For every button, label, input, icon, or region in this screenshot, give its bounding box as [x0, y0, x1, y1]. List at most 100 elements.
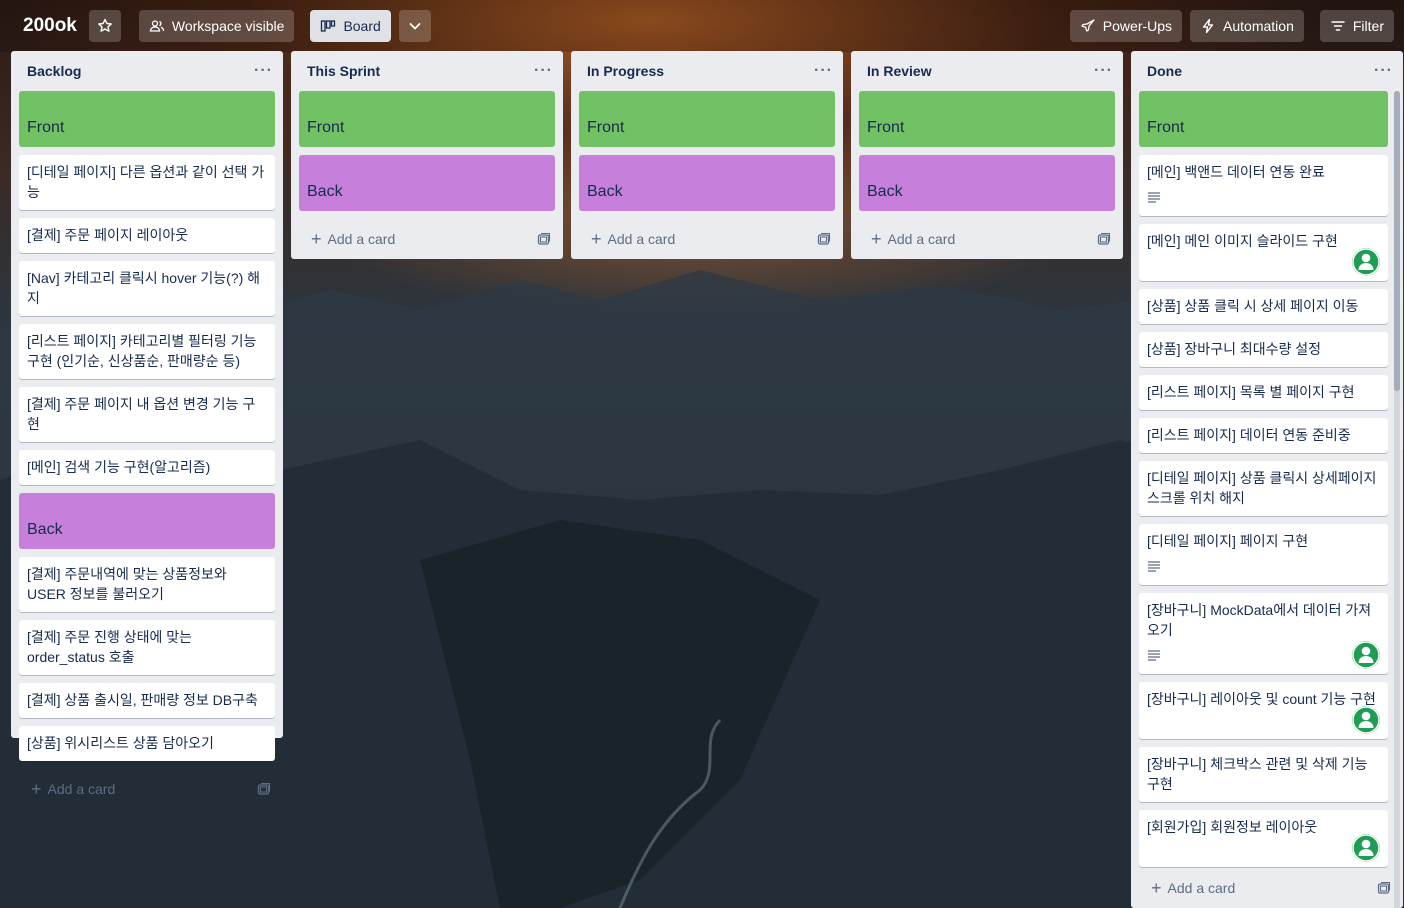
avatar[interactable]: [1352, 834, 1380, 862]
card[interactable]: [장바구니] 레이아웃 및 count 기능 구현: [1139, 682, 1388, 739]
card[interactable]: [메인] 백앤드 데이터 연동 완료: [1139, 155, 1388, 216]
user-icon: [1352, 248, 1380, 276]
add-card-button[interactable]: + Add a card: [591, 229, 675, 249]
list-scrollbar-thumb[interactable]: [1394, 91, 1400, 391]
template-icon[interactable]: [257, 782, 271, 796]
card[interactable]: [결제] 주문 페이지 내 옵션 변경 기능 구현: [19, 387, 275, 442]
card[interactable]: [회원가입] 회원정보 레이아웃: [1139, 810, 1388, 867]
avatar[interactable]: [1352, 248, 1380, 276]
automation-label: Automation: [1223, 18, 1294, 34]
label-card-back[interactable]: Back: [19, 493, 275, 549]
card-list: Front [메인] 백앤드 데이터 연동 완료 [메인] 메인 이미지 슬라이…: [1131, 91, 1403, 868]
label-card-front[interactable]: Front: [1139, 91, 1388, 147]
avatar[interactable]: [1352, 641, 1380, 669]
list-header: This Sprint ···: [291, 51, 563, 91]
template-icon[interactable]: [537, 232, 551, 246]
plus-icon: +: [311, 229, 322, 249]
card-list: Front [디테일 페이지] 다른 옵션과 같이 선택 가능 [결제] 주문 …: [11, 91, 283, 761]
card[interactable]: [메인] 메인 이미지 슬라이드 구현: [1139, 224, 1388, 281]
star-button[interactable]: [88, 10, 121, 42]
label-card-back[interactable]: Back: [859, 155, 1115, 211]
card[interactable]: [상품] 상품 클릭 시 상세 페이지 이동: [1139, 289, 1388, 324]
list-menu-button[interactable]: ···: [1374, 62, 1393, 80]
automation-button[interactable]: Automation: [1190, 10, 1304, 42]
list-done: Done ··· Front [메인] 백앤드 데이터 연동 완료 [메인] 메…: [1131, 51, 1403, 908]
card[interactable]: [리스트 페이지] 카테고리별 필터링 기능 구현 (인기순, 신상품순, 판매…: [19, 324, 275, 379]
label-card-back[interactable]: Back: [299, 155, 555, 211]
card[interactable]: [결제] 주문 페이지 레이아웃: [19, 218, 275, 253]
card[interactable]: [결제] 상품 출시일, 판매량 정보 DB구축: [19, 683, 275, 718]
template-icon[interactable]: [1377, 881, 1391, 895]
add-card-row: + Add a card: [11, 769, 283, 809]
view-switcher-dropdown[interactable]: [398, 10, 431, 42]
avatar[interactable]: [1352, 706, 1380, 734]
add-card-label: Add a card: [1167, 880, 1236, 896]
list-header: In Progress ···: [571, 51, 843, 91]
user-icon: [1352, 641, 1380, 669]
description-icon: [1148, 561, 1160, 572]
list-menu-button[interactable]: ···: [1094, 62, 1113, 80]
card[interactable]: [상품] 장바구니 최대수량 설정: [1139, 332, 1388, 367]
add-card-button[interactable]: + Add a card: [1151, 878, 1236, 898]
list-backlog: Backlog ··· Front [디테일 페이지] 다른 옵션과 같이 선택…: [11, 51, 283, 798]
add-card-button[interactable]: + Add a card: [871, 229, 955, 249]
plus-icon: +: [31, 779, 42, 799]
power-ups-button[interactable]: Power-Ups: [1069, 10, 1183, 42]
list-menu-button[interactable]: ···: [534, 62, 553, 80]
label-card-front[interactable]: Front: [859, 91, 1115, 147]
list-in-progress: In Progress ··· Front Back + Add a card: [571, 51, 843, 259]
list-title[interactable]: Backlog: [27, 63, 81, 79]
template-icon[interactable]: [817, 232, 831, 246]
card[interactable]: [리스트 페이지] 데이터 연동 준비중: [1139, 418, 1388, 453]
list-in-review: In Review ··· Front Back + Add a card: [851, 51, 1123, 259]
plus-icon: +: [591, 229, 602, 249]
card[interactable]: [리스트 페이지] 목록 별 페이지 구현: [1139, 375, 1388, 410]
lightning-icon: [1202, 18, 1214, 34]
template-icon[interactable]: [1097, 232, 1111, 246]
label-card-back[interactable]: Back: [579, 155, 835, 211]
list-title[interactable]: This Sprint: [307, 63, 380, 79]
card[interactable]: [디테일 페이지] 다른 옵션과 같이 선택 가능: [19, 155, 275, 210]
card-list: Front Back: [851, 91, 1123, 211]
card[interactable]: [장바구니] MockData에서 데이터 가져오기: [1139, 593, 1388, 674]
board-view-button[interactable]: Board: [310, 10, 391, 42]
label-card-front[interactable]: Front: [299, 91, 555, 147]
card-title: [메인] 메인 이미지 슬라이드 구현: [1147, 233, 1338, 249]
board-title[interactable]: 200ok: [23, 15, 77, 37]
visibility-button[interactable]: Workspace visible: [138, 10, 295, 42]
card[interactable]: [메인] 검색 기능 구현(알고리즘): [19, 450, 275, 485]
filter-label: Filter: [1352, 18, 1384, 34]
add-card-button[interactable]: + Add a card: [31, 779, 115, 799]
chevron-down-icon: [409, 23, 421, 30]
list-header: In Review ···: [851, 51, 1123, 91]
card-title: [디테일 페이지] 페이지 구현: [1147, 533, 1309, 549]
visibility-label: Workspace visible: [171, 18, 285, 34]
plus-icon: +: [871, 229, 882, 249]
list-title[interactable]: Done: [1147, 63, 1182, 79]
card[interactable]: [Nav] 카테고리 클릭시 hover 기능(?) 해지: [19, 261, 275, 316]
list-title[interactable]: In Progress: [587, 63, 664, 79]
card[interactable]: [디테일 페이지] 상품 클릭시 상세페이지 스크롤 위치 해지: [1139, 461, 1388, 516]
board-icon: [321, 20, 336, 32]
card[interactable]: [디테일 페이지] 페이지 구현: [1139, 524, 1388, 585]
add-card-row: + Add a card: [851, 219, 1123, 259]
card[interactable]: [상품] 위시리스트 상품 담아오기: [19, 726, 275, 761]
filter-button[interactable]: Filter: [1319, 10, 1394, 42]
card[interactable]: [결제] 주문내역에 맞는 상품정보와 USER 정보를 불러오기: [19, 557, 275, 612]
plus-icon: +: [1151, 878, 1162, 898]
card[interactable]: [결제] 주문 진행 상태에 맞는 order_status 호출: [19, 620, 275, 675]
list-this-sprint: This Sprint ··· Front Back + Add a card: [291, 51, 563, 259]
description-icon: [1148, 650, 1160, 661]
list-header: Backlog ···: [11, 51, 283, 91]
add-card-button[interactable]: + Add a card: [311, 229, 395, 249]
list-header: Done ···: [1131, 51, 1403, 91]
label-card-front[interactable]: Front: [579, 91, 835, 147]
list-title[interactable]: In Review: [867, 63, 932, 79]
card[interactable]: [장바구니] 체크박스 관련 및 삭제 기능 구현: [1139, 747, 1388, 802]
list-menu-button[interactable]: ···: [254, 62, 273, 80]
list-menu-button[interactable]: ···: [814, 62, 833, 80]
board-view-label: Board: [343, 18, 381, 34]
people-icon: [149, 20, 165, 32]
label-card-front[interactable]: Front: [19, 91, 275, 147]
card-badges: [1147, 555, 1380, 577]
